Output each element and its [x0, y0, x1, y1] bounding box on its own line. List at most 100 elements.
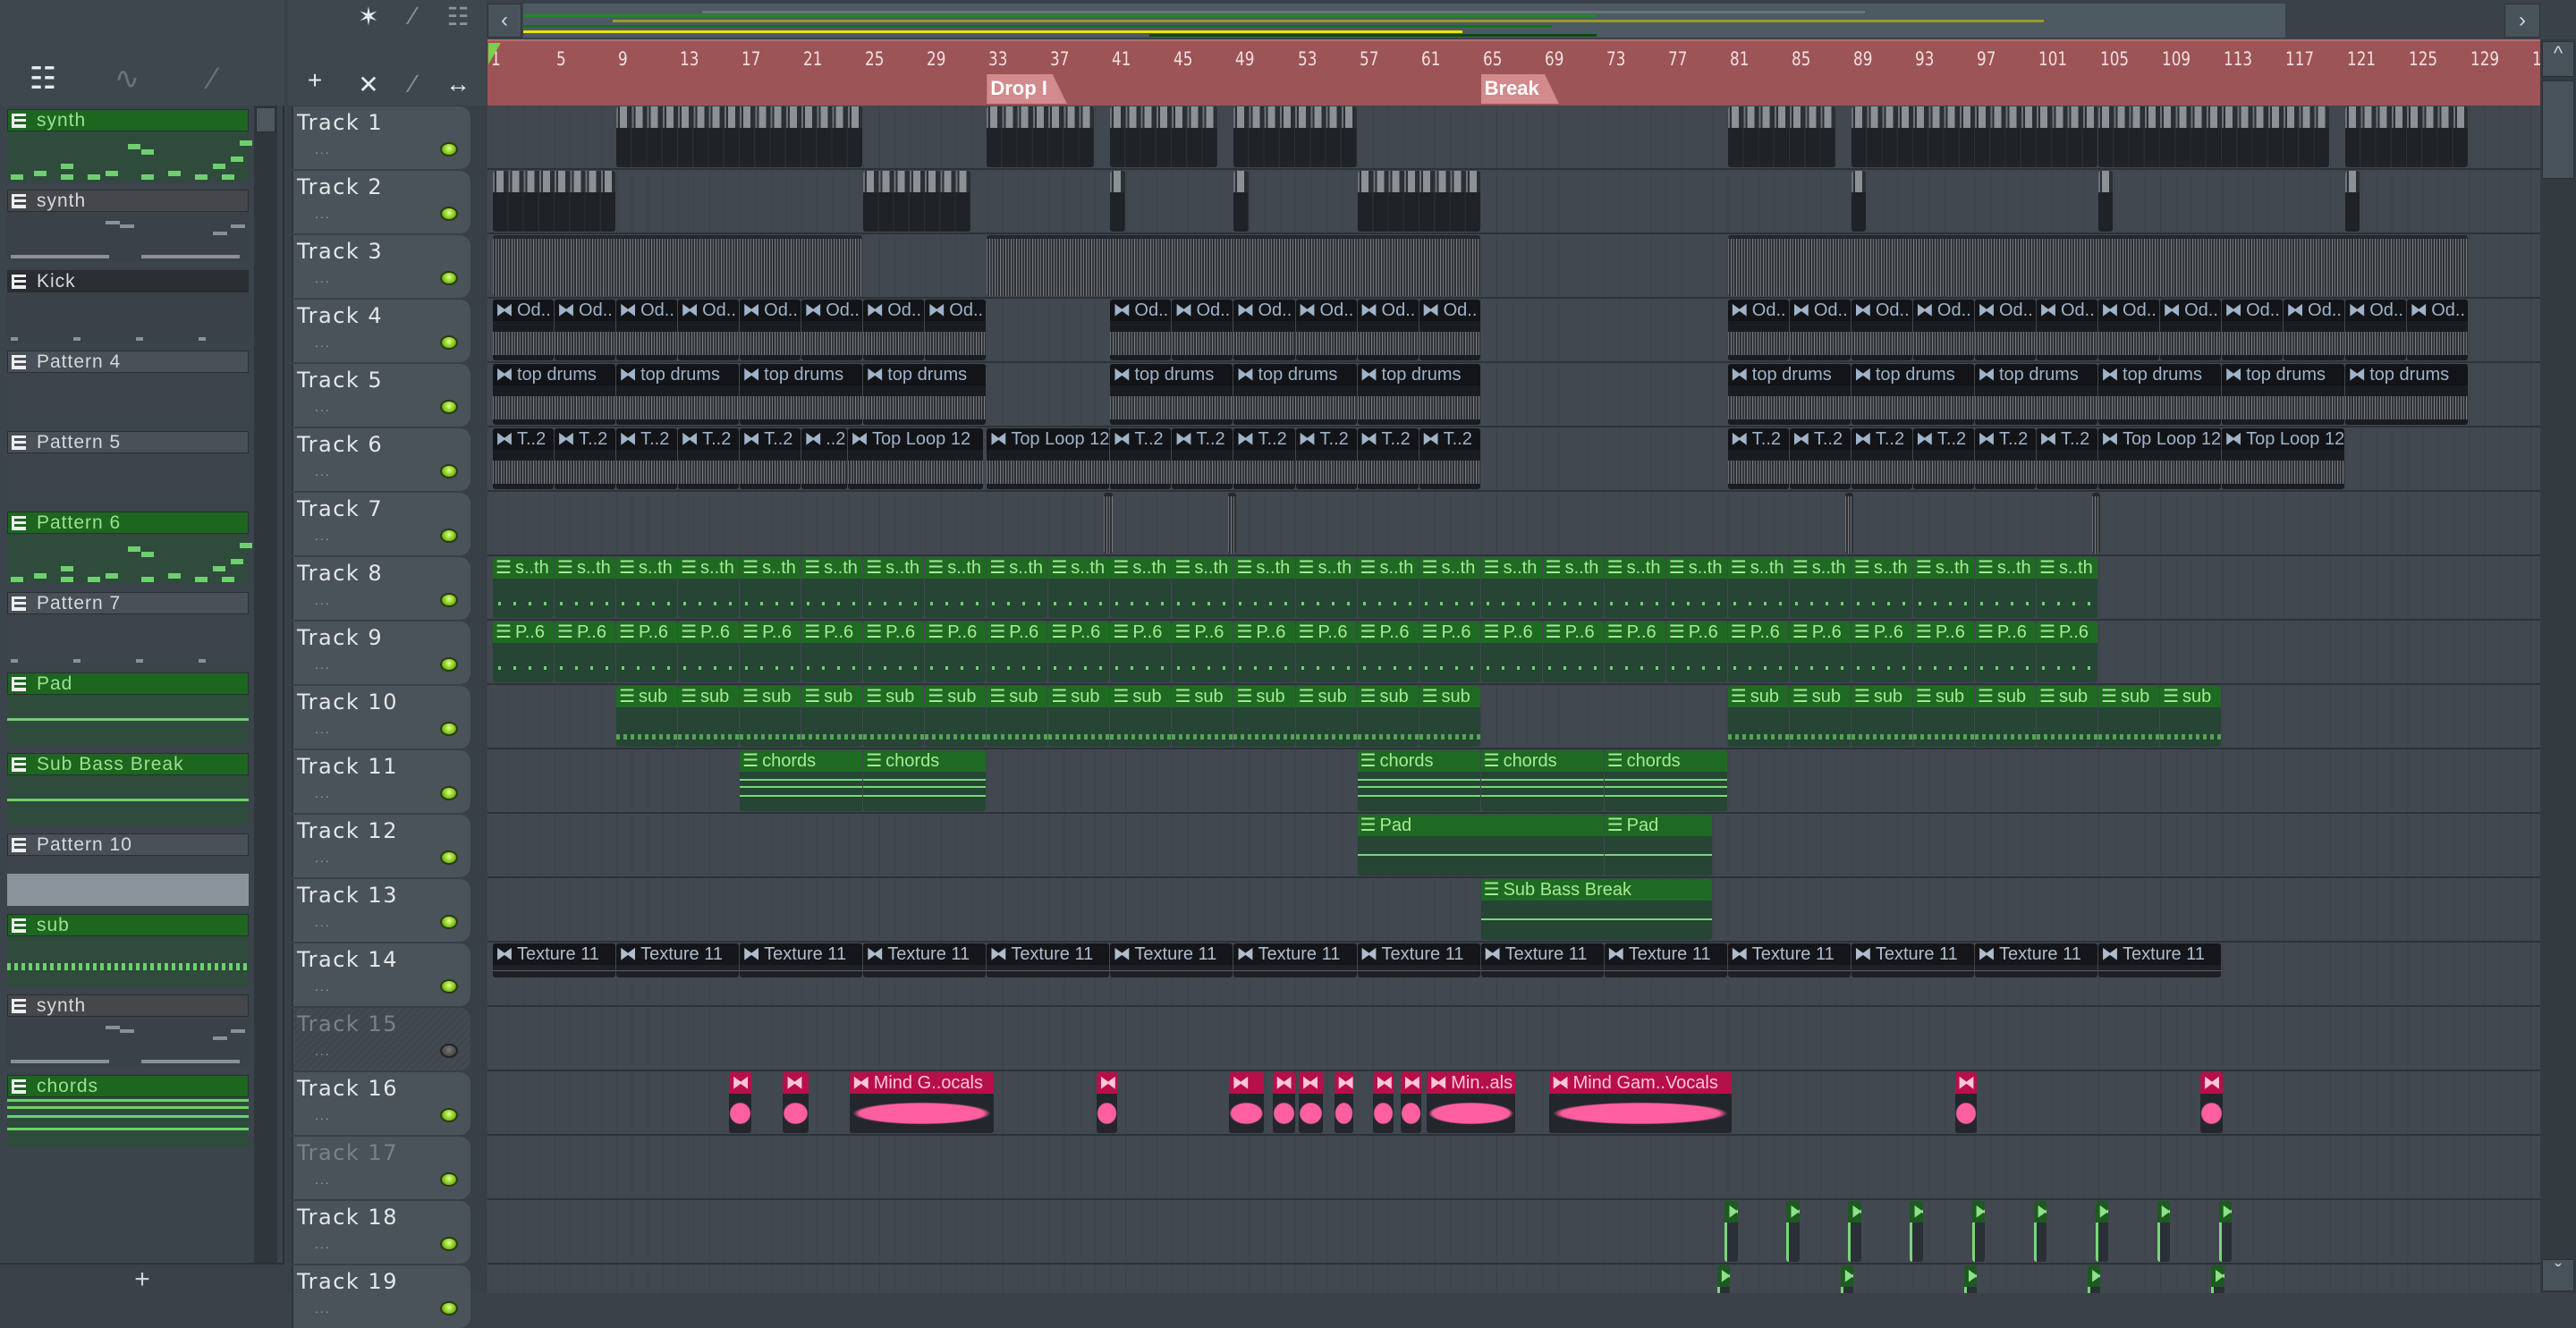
clip-header[interactable]: ☰ chords	[863, 750, 987, 772]
clip-header[interactable]	[987, 106, 1095, 128]
clip-header[interactable]: ⧓ Texture 11	[740, 943, 863, 965]
playlist-clip[interactable]: ☰ P..6	[555, 622, 616, 682]
clip-header[interactable]: ⧓ T..2	[678, 428, 740, 450]
clip-header[interactable]: ⧓ Od..	[1110, 300, 1172, 321]
clip-header[interactable]	[1851, 171, 1867, 192]
playlist-clip[interactable]: ⧓ Od..	[863, 300, 925, 360]
playlist-clip[interactable]: ⧓ top drums	[1110, 364, 1233, 425]
clip-header[interactable]: ⧓ Top Loop 12	[847, 428, 983, 450]
playlist-clip[interactable]: ☰ sub	[1110, 686, 1172, 747]
clip-header[interactable]: ⧓ top drums	[863, 364, 987, 385]
clip-header[interactable]: ⧓ Od..	[2098, 300, 2160, 321]
clip-header[interactable]: ⧓ T..2	[2037, 428, 2098, 450]
clip-header[interactable]: ⧓	[2218, 1201, 2233, 1222]
clip-header[interactable]: ⧓ top drums	[493, 364, 616, 385]
clip-header[interactable]: ⧓ T..2	[740, 428, 801, 450]
playlist-clip[interactable]: ⧓ Od..	[2160, 300, 2222, 360]
playlist-clip[interactable]: ⧓	[1910, 1201, 1923, 1262]
playlist-clip[interactable]: ⧓ Mind G..ocals	[849, 1072, 994, 1133]
clip-header[interactable]: ⧓ T..2	[1851, 428, 1912, 450]
clip-header[interactable]: ☰ s..th	[1357, 557, 1419, 579]
pattern-header[interactable]: synth	[7, 190, 249, 212]
playlist-clip[interactable]: ☰ sub	[616, 686, 678, 747]
pattern-item[interactable]: Pattern 7	[7, 592, 249, 672]
track-mute-led[interactable]	[440, 915, 458, 929]
clip-header[interactable]: ⧓ top drums	[2345, 364, 2469, 385]
playlist-clip[interactable]: ⧓ Od..	[1912, 300, 1974, 360]
track-header[interactable]: Track 11...	[292, 750, 470, 813]
clip-header[interactable]: ⧓ top drums	[1357, 364, 1480, 385]
playlist-clip[interactable]	[493, 171, 616, 232]
playlist-clip[interactable]: ⧓ top drums	[1727, 364, 1851, 425]
playlist-clip[interactable]: ☰ s..th	[1419, 557, 1480, 618]
playlist-clip[interactable]: ⧓	[1954, 1072, 1978, 1133]
clip-header[interactable]: ☰ s..th	[1851, 557, 1912, 579]
track-name[interactable]: Track 9	[297, 625, 383, 650]
clip-header[interactable]	[2345, 106, 2469, 128]
song-overview[interactable]	[523, 4, 2285, 38]
clip-header[interactable]: ⧓ Od..	[801, 300, 863, 321]
clip-header[interactable]: ☰ s..th	[740, 557, 801, 579]
playlist-clip[interactable]: ⧓ Od..	[801, 300, 863, 360]
add-pattern-button[interactable]: +	[0, 1263, 284, 1294]
clip-header[interactable]: ☰ s..th	[1480, 557, 1542, 579]
clip-header[interactable]: ⧓ top drums	[1974, 364, 2098, 385]
playlist-clip[interactable]: ☰ sub	[2037, 686, 2098, 747]
clip-header[interactable]: ☰ chords	[1357, 750, 1480, 772]
clip-header[interactable]: ☰ s..th	[555, 557, 616, 579]
pattern-clip-icon[interactable]: ☷	[440, 2, 476, 31]
clip-header[interactable]: ⧓	[1840, 1265, 1854, 1287]
playlist-clip[interactable]: ⧓	[1963, 1265, 1978, 1293]
playlist-clip[interactable]: ☰ P..6	[801, 622, 863, 682]
pattern-item[interactable]: synth	[7, 190, 249, 270]
clip-header[interactable]: ⧓ Od..	[678, 300, 740, 321]
clip-header[interactable]: ⧓	[1954, 1072, 1978, 1094]
clip-header[interactable]: ⧓ Od..	[2407, 300, 2469, 321]
playlist-clip[interactable]: ☰ s..th	[616, 557, 678, 618]
clip-header[interactable]: ☰ s..th	[1419, 557, 1480, 579]
clip-header[interactable]: ⧓	[1096, 1072, 1118, 1094]
playlist-clip[interactable]	[1851, 171, 1867, 232]
playlist-clip[interactable]: ⧓ Texture 11	[493, 943, 616, 977]
track-header[interactable]: Track 19...	[292, 1265, 470, 1328]
pattern-header[interactable]: chords	[7, 1075, 249, 1097]
track-name[interactable]: Track 2	[297, 174, 383, 199]
track-mute-led[interactable]	[440, 657, 458, 672]
clip-header[interactable]: ☰ P..6	[925, 622, 987, 643]
track-name[interactable]: Track 17	[297, 1140, 398, 1165]
clip-header[interactable]: ⧓ T..2	[1912, 428, 1974, 450]
playlist-clip[interactable]	[1357, 171, 1480, 232]
playlist-clip[interactable]: ⧓ Texture 11	[1110, 943, 1233, 977]
playlist-clip[interactable]: ⧓ Od..	[555, 300, 616, 360]
clip-header[interactable]: ⧓ T..2	[1974, 428, 2036, 450]
clip-header[interactable]: ⧓ Texture 11	[493, 943, 616, 965]
playlist-clip[interactable]: ⧓ Top Loop 12	[2222, 428, 2345, 489]
clip-header[interactable]: ⧓ top drums	[1851, 364, 1974, 385]
playlist-clip[interactable]: ⧓ Texture 11	[2098, 943, 2222, 977]
track-name[interactable]: Track 3	[297, 239, 383, 264]
track-options[interactable]: ...	[315, 979, 331, 994]
playlist-clip[interactable]: ☰ P..6	[1789, 622, 1851, 682]
playlist-clip[interactable]	[1727, 106, 1835, 167]
clip-header[interactable]: ⧓ Od..	[2284, 300, 2345, 321]
clip-header[interactable]: ☰ P..6	[1912, 622, 1974, 643]
track-header[interactable]: Track 9...	[292, 622, 470, 684]
playlist-clip[interactable]: ☰ s..th	[1295, 557, 1357, 618]
clip-header[interactable]: ☰ sub	[1110, 686, 1172, 707]
playlist-clip[interactable]: ⧓ T..2	[1974, 428, 2036, 489]
clip-header[interactable]: ⧓	[1724, 1201, 1738, 1222]
playlist-clip[interactable]: ☰ sub	[1851, 686, 1912, 747]
track-header[interactable]: Track 7...	[292, 493, 470, 555]
clip-header[interactable]: ☰ sub	[1172, 686, 1233, 707]
playlist-clip[interactable]: ⧓ Texture 11	[1604, 943, 1727, 977]
track-mute-led[interactable]	[440, 786, 458, 800]
track-header[interactable]: Track 17...	[292, 1137, 470, 1199]
clip-header[interactable]: ☰ s..th	[1974, 557, 2036, 579]
clip-header[interactable]: ☰ P..6	[555, 622, 616, 643]
track-header[interactable]: Track 12...	[292, 815, 470, 877]
clip-header[interactable]: ☰ s..th	[1727, 557, 1789, 579]
clip-header[interactable]: ☰ P..6	[1604, 622, 1665, 643]
playlist-clip[interactable]: ☰ P..6	[678, 622, 740, 682]
playlist-clip[interactable]: ☰ chords	[1357, 750, 1480, 811]
playlist-clip[interactable]: ⧓ Texture 11	[1974, 943, 2098, 977]
